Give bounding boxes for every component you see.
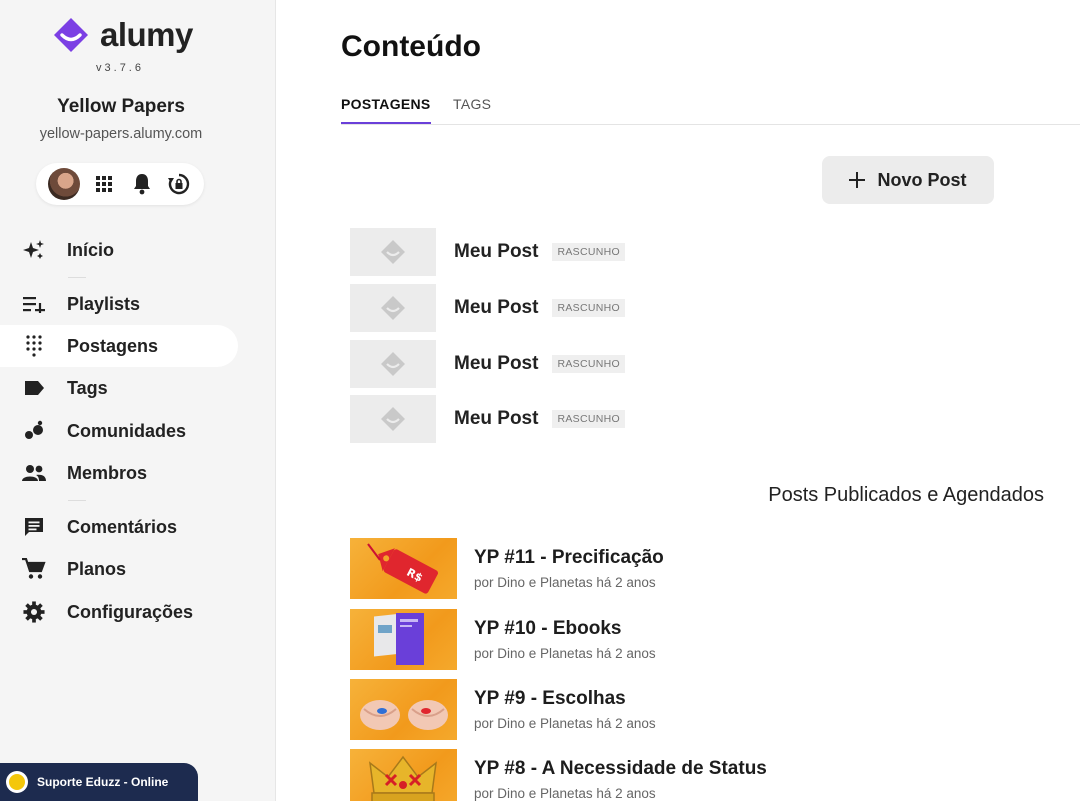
post-meta: por Dino e Planetas há 2 anos	[474, 574, 656, 590]
published-post-row[interactable]: YP #8 - A Necessidade de Status por Dino…	[350, 748, 767, 801]
published-section-title: Posts Publicados e Agendados	[768, 484, 1044, 506]
post-title: YP #11 - Precificação	[474, 546, 664, 568]
post-meta: por Dino e Planetas há 2 anos	[474, 715, 656, 731]
plus-icon	[849, 172, 866, 188]
org-url[interactable]: yellow-papers.alumy.com	[0, 126, 242, 142]
placeholder-image-icon	[350, 228, 436, 276]
draft-title: Meu Post	[454, 297, 539, 318]
brand-logo[interactable]: alumy	[52, 16, 193, 54]
tag-icon	[22, 376, 46, 400]
sidebar-item-membros[interactable]: Membros	[0, 452, 238, 494]
status-badge: RASCUNHO	[552, 410, 625, 428]
sidebar-item-tags[interactable]: Tags	[0, 367, 238, 409]
bell-icon[interactable]	[129, 171, 155, 197]
comment-icon	[22, 515, 46, 539]
brand-name: alumy	[100, 16, 193, 53]
apps-grid-icon[interactable]	[91, 171, 117, 197]
post-thumbnail	[350, 608, 457, 670]
placeholder-image-icon	[350, 340, 436, 388]
dots-grid-icon	[22, 334, 46, 358]
price-tag-icon: R$	[367, 542, 439, 594]
sidebar-item-label: Comentários	[67, 516, 178, 537]
placeholder-image-icon	[350, 284, 436, 332]
pills-hands-icon	[360, 699, 448, 730]
draft-post-row[interactable]: Meu Post RASCUNHO	[350, 284, 625, 332]
page-title: Conteúdo	[341, 30, 481, 63]
status-badge: RASCUNHO	[552, 299, 625, 317]
support-chat-button[interactable]: Suporte Eduzz - Online	[0, 763, 198, 801]
sidebar-item-planos[interactable]: Planos	[0, 548, 238, 590]
draft-title: Meu Post	[454, 241, 539, 262]
sidebar-item-inicio[interactable]: Início	[0, 229, 238, 271]
support-label: Suporte Eduzz - Online	[37, 775, 169, 789]
draft-title: Meu Post	[454, 408, 539, 429]
crown-icon	[369, 755, 437, 801]
post-title: YP #8 - A Necessidade de Status	[474, 757, 767, 779]
sidebar-item-label: Início	[67, 239, 115, 260]
nav-divider	[68, 500, 86, 501]
published-post-row[interactable]: YP #10 - Ebooks por Dino e Planetas há 2…	[350, 608, 656, 670]
published-post-row[interactable]: YP #9 - Escolhas por Dino e Planetas há …	[350, 678, 656, 740]
post-meta: por Dino e Planetas há 2 anos	[474, 645, 656, 661]
published-post-row[interactable]: R$ YP #11 - Precificação por Dino e Plan…	[350, 537, 664, 599]
new-post-button[interactable]: Novo Post	[822, 156, 994, 204]
new-post-label: Novo Post	[877, 169, 967, 190]
post-thumbnail: R$	[350, 537, 457, 599]
people-icon	[22, 461, 46, 485]
alumy-logo-icon	[54, 18, 88, 52]
sidebar-item-comunidades[interactable]: Comunidades	[0, 410, 238, 452]
content-tabs: POSTAGENS TAGS	[341, 92, 1080, 125]
draft-post-row[interactable]: Meu Post RASCUNHO	[350, 395, 625, 443]
sidebar: alumy v3.7.6 Yellow Papers yellow-papers…	[0, 0, 276, 801]
sidebar-item-label: Playlists	[67, 293, 141, 314]
draft-title: Meu Post	[454, 353, 539, 374]
sidebar-item-label: Planos	[67, 558, 127, 579]
playlist-add-icon	[22, 292, 46, 316]
sidebar-item-label: Postagens	[67, 335, 159, 356]
tab-tags[interactable]: TAGS	[453, 96, 491, 112]
post-meta: por Dino e Planetas há 2 anos	[474, 785, 656, 801]
sidebar-item-label: Membros	[67, 462, 148, 483]
placeholder-image-icon	[350, 395, 436, 443]
ebook-icon	[374, 612, 424, 665]
sparkle-icon	[22, 238, 46, 262]
sync-lock-icon[interactable]	[166, 171, 192, 197]
sidebar-item-postagens[interactable]: Postagens	[0, 325, 238, 367]
sidebar-item-label: Comunidades	[67, 420, 187, 441]
sidebar-item-configuracoes[interactable]: Configurações	[0, 591, 238, 633]
app-version: v3.7.6	[96, 62, 144, 74]
post-thumbnail	[350, 678, 457, 740]
gear-icon	[22, 600, 46, 624]
draft-post-row[interactable]: Meu Post RASCUNHO	[350, 340, 625, 388]
support-status-icon	[6, 771, 28, 793]
post-thumbnail	[350, 748, 457, 801]
status-badge: RASCUNHO	[552, 243, 625, 261]
bubbles-icon	[22, 419, 46, 443]
sidebar-item-label: Tags	[67, 377, 108, 398]
org-name: Yellow Papers	[57, 96, 185, 117]
post-title: YP #9 - Escolhas	[474, 687, 626, 709]
nav-divider	[68, 277, 86, 278]
sidebar-item-label: Configurações	[67, 601, 194, 622]
post-title: YP #10 - Ebooks	[474, 617, 622, 639]
avatar[interactable]	[47, 168, 80, 200]
cart-icon	[22, 557, 46, 581]
status-badge: RASCUNHO	[552, 355, 625, 373]
tab-postagens[interactable]: POSTAGENS	[341, 96, 431, 124]
user-toolbar	[36, 163, 204, 205]
sidebar-item-comentarios[interactable]: Comentários	[0, 506, 238, 548]
draft-post-row[interactable]: Meu Post RASCUNHO	[350, 228, 625, 276]
sidebar-item-playlists[interactable]: Playlists	[0, 283, 238, 325]
